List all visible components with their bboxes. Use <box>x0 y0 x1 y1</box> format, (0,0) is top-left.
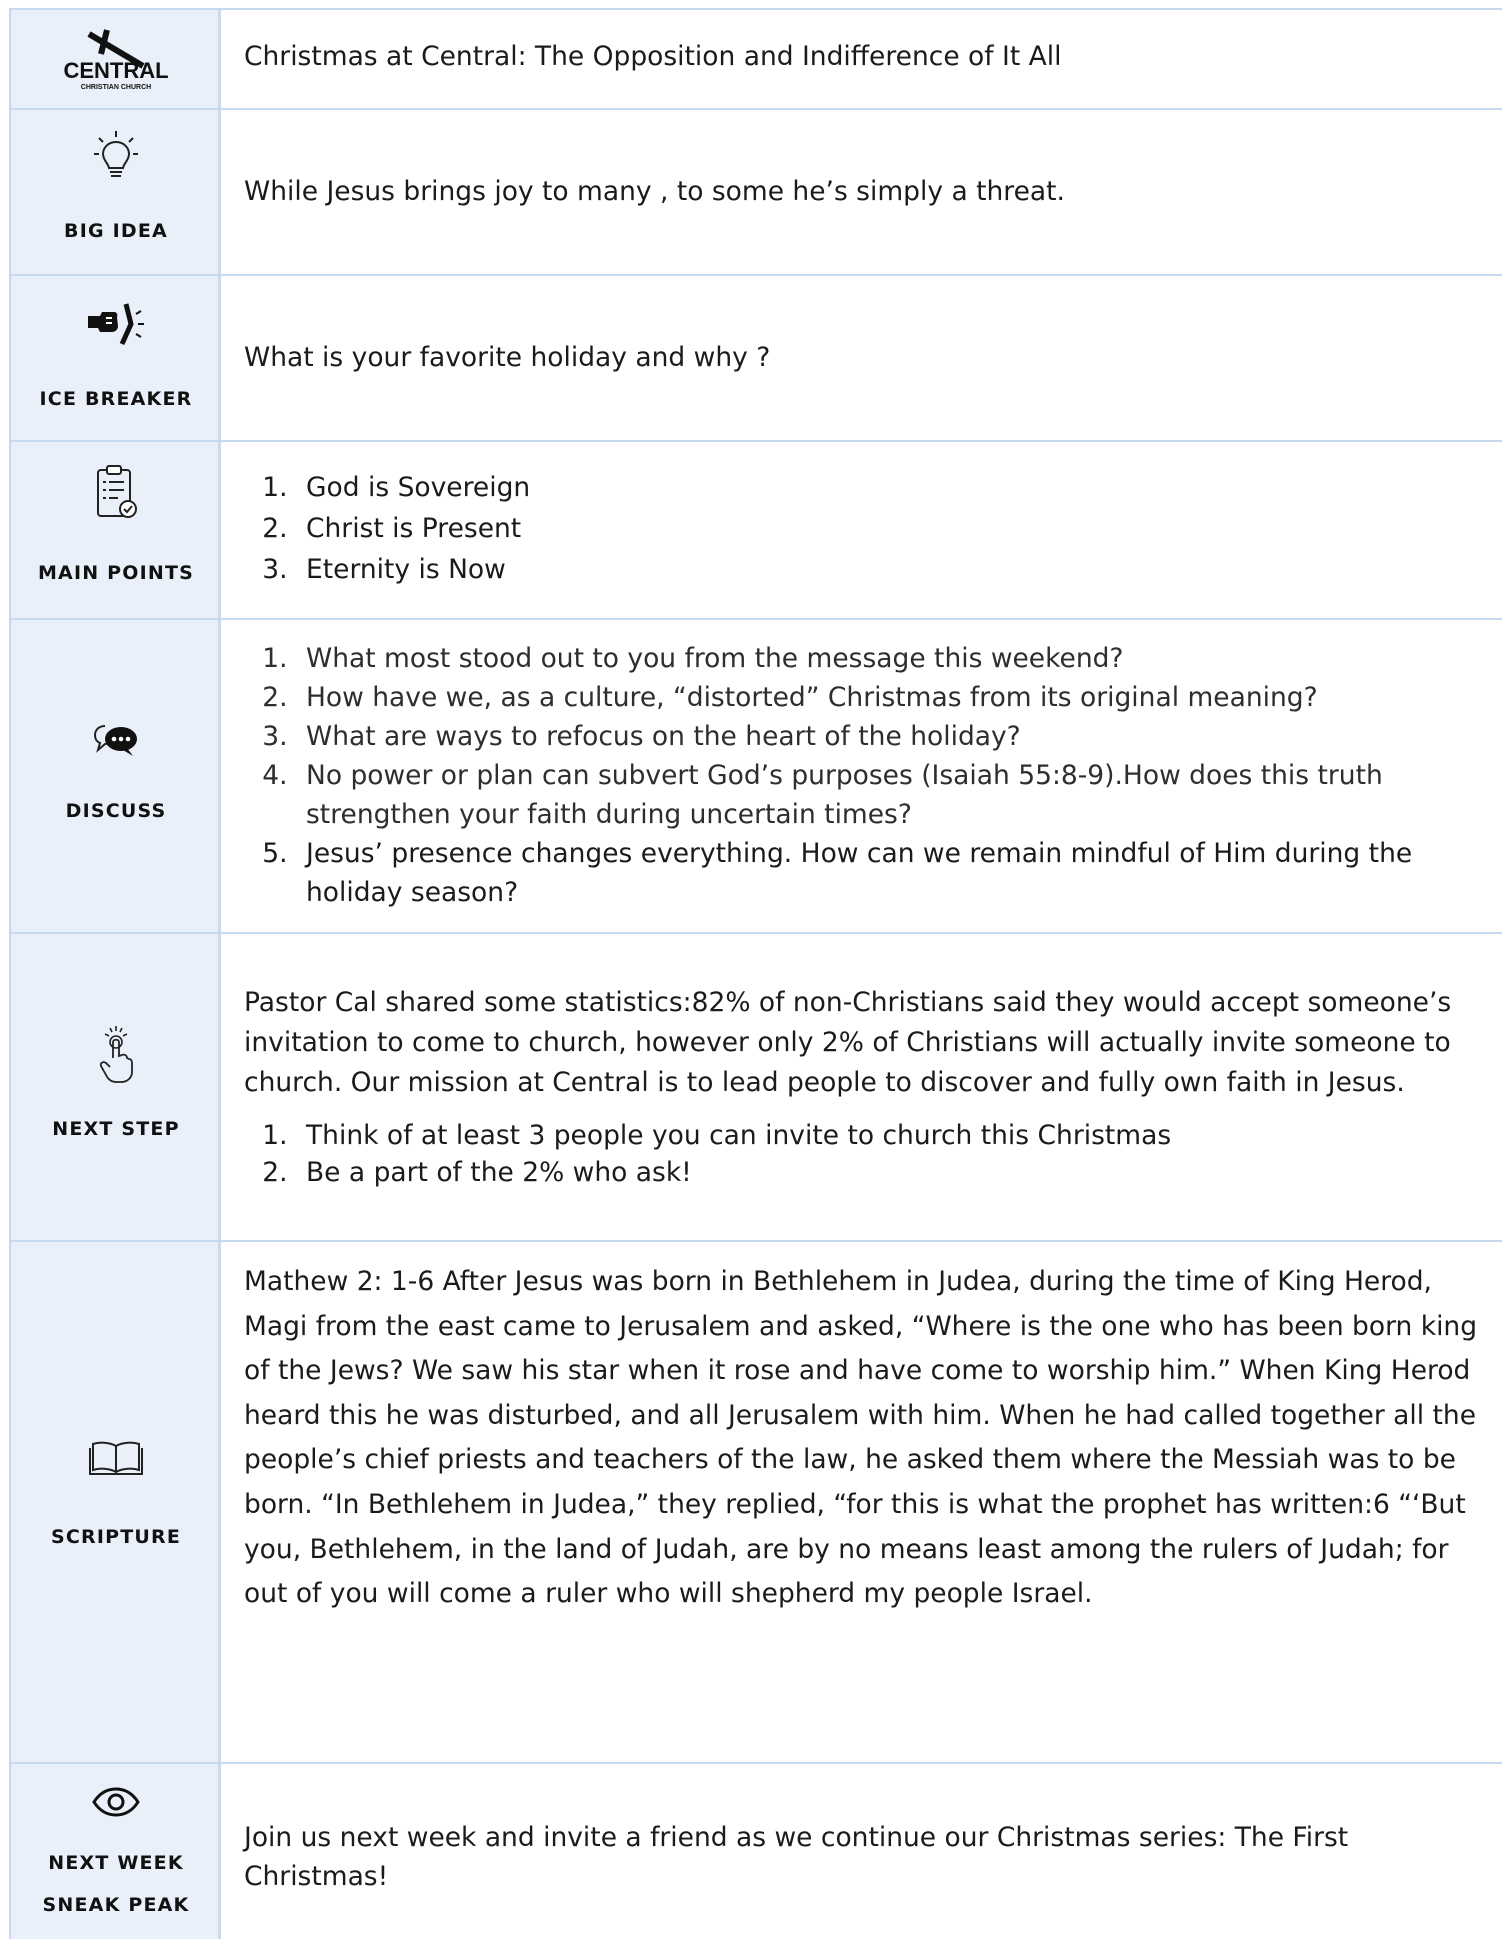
scripture-label: SCRIPTURE <box>50 1526 182 1548</box>
next-week-label: NEXT WEEK <box>48 1852 184 1874</box>
next-week-cell: Join us next week and invite a friend as… <box>224 1764 1502 1939</box>
clipboard-checklist-icon <box>11 464 221 524</box>
discuss-cell: What most stood out to you from the mess… <box>224 620 1502 932</box>
main-points-label: MAIN POINTS <box>37 562 195 584</box>
study-guide-table: CENTRAL CHRISTIAN CHURCH Christmas at Ce… <box>9 8 1502 1939</box>
next-week-text: Join us next week and invite a friend as… <box>244 1821 1349 1892</box>
main-points-cell: God is Sovereign Christ is Present Etern… <box>224 442 1502 618</box>
header-row: CENTRAL CHRISTIAN CHURCH Christmas at Ce… <box>11 8 1502 110</box>
next-step-label-cell: NEXT STEP <box>11 934 221 1240</box>
main-points-label-cell: MAIN POINTS <box>11 442 221 618</box>
cross-icon: CENTRAL CHRISTIAN CHURCH <box>63 29 169 91</box>
big-idea-label: BIG IDEA <box>64 220 168 242</box>
list-item: Eternity is Now <box>296 549 1488 590</box>
big-idea-cell: While Jesus brings joy to many , to some… <box>224 110 1502 274</box>
scripture-cell: Mathew 2: 1-6 After Jesus was born in Be… <box>224 1242 1502 1762</box>
list-item: Be a part of the 2% who ask! <box>296 1154 1488 1191</box>
list-item: How have we, as a culture, “distorted” C… <box>296 678 1488 717</box>
main-points-list: God is Sovereign Christ is Present Etern… <box>244 467 1488 590</box>
big-idea-label-cell: BIG IDEA <box>11 110 221 274</box>
ice-breaker-row: ICE BREAKER What is your favorite holida… <box>11 276 1502 442</box>
list-item: Christ is Present <box>296 508 1488 549</box>
list-item: Think of at least 3 people you can invit… <box>296 1117 1488 1154</box>
scripture-text: Mathew 2: 1-6 After Jesus was born in Be… <box>244 1266 1478 1610</box>
ice-breaker-text: What is your favorite holiday and why ? <box>244 342 771 373</box>
open-book-icon <box>11 1440 221 1480</box>
list-item: God is Sovereign <box>296 467 1488 508</box>
logo-wordmark: CENTRAL <box>63 58 168 83</box>
next-week-row: NEXT WEEK SNEAK PEAK Join us next week a… <box>11 1764 1502 1939</box>
main-points-row: MAIN POINTS God is Sovereign Christ is P… <box>11 442 1502 620</box>
logo-cell: CENTRAL CHRISTIAN CHURCH <box>11 10 221 108</box>
page-title: Christmas at Central: The Opposition and… <box>244 41 1062 72</box>
next-step-list: Think of at least 3 people you can invit… <box>244 1117 1488 1191</box>
big-idea-text: While Jesus brings joy to many , to some… <box>244 176 1065 207</box>
lightbulb-icon <box>11 130 221 184</box>
title-cell: Christmas at Central: The Opposition and… <box>224 10 1502 108</box>
next-week-label-cell: NEXT WEEK SNEAK PEAK <box>11 1764 221 1939</box>
big-idea-row: BIG IDEA While Jesus brings joy to many … <box>11 110 1502 276</box>
scripture-row: SCRIPTURE Mathew 2: 1-6 After Jesus was … <box>11 1242 1502 1764</box>
ice-breaker-label-cell: ICE BREAKER <box>11 276 221 440</box>
eye-icon <box>11 1786 221 1822</box>
church-logo: CENTRAL CHRISTIAN CHURCH <box>11 28 221 98</box>
fist-bump-icon <box>11 302 221 352</box>
discuss-label: DISCUSS <box>65 800 167 822</box>
ice-breaker-label: ICE BREAKER <box>39 388 193 410</box>
logo-subtitle: CHRISTIAN CHURCH <box>81 84 151 91</box>
next-step-paragraph: Pastor Cal shared some statistics:82% of… <box>244 987 1452 1098</box>
next-step-cell: Pastor Cal shared some statistics:82% of… <box>224 934 1502 1240</box>
next-step-label: NEXT STEP <box>52 1118 180 1140</box>
discussion-questions-list: What most stood out to you from the mess… <box>244 639 1488 912</box>
ice-breaker-cell: What is your favorite holiday and why ? <box>224 276 1502 440</box>
list-item: What most stood out to you from the mess… <box>296 639 1488 678</box>
discuss-row: DISCUSS What most stood out to you from … <box>11 620 1502 934</box>
next-step-row: NEXT STEP Pastor Cal shared some statist… <box>11 934 1502 1242</box>
list-item: What are ways to refocus on the heart of… <box>296 717 1488 756</box>
hand-tap-icon <box>11 1026 221 1088</box>
sneak-peak-label: SNEAK PEAK <box>42 1894 190 1916</box>
discuss-label-cell: DISCUSS <box>11 620 221 932</box>
scripture-label-cell: SCRIPTURE <box>11 1242 221 1762</box>
list-item: Jesus’ presence changes everything. How … <box>296 834 1488 912</box>
list-item: No power or plan can subvert God’s purpo… <box>296 756 1488 834</box>
speech-bubbles-icon <box>11 722 221 766</box>
